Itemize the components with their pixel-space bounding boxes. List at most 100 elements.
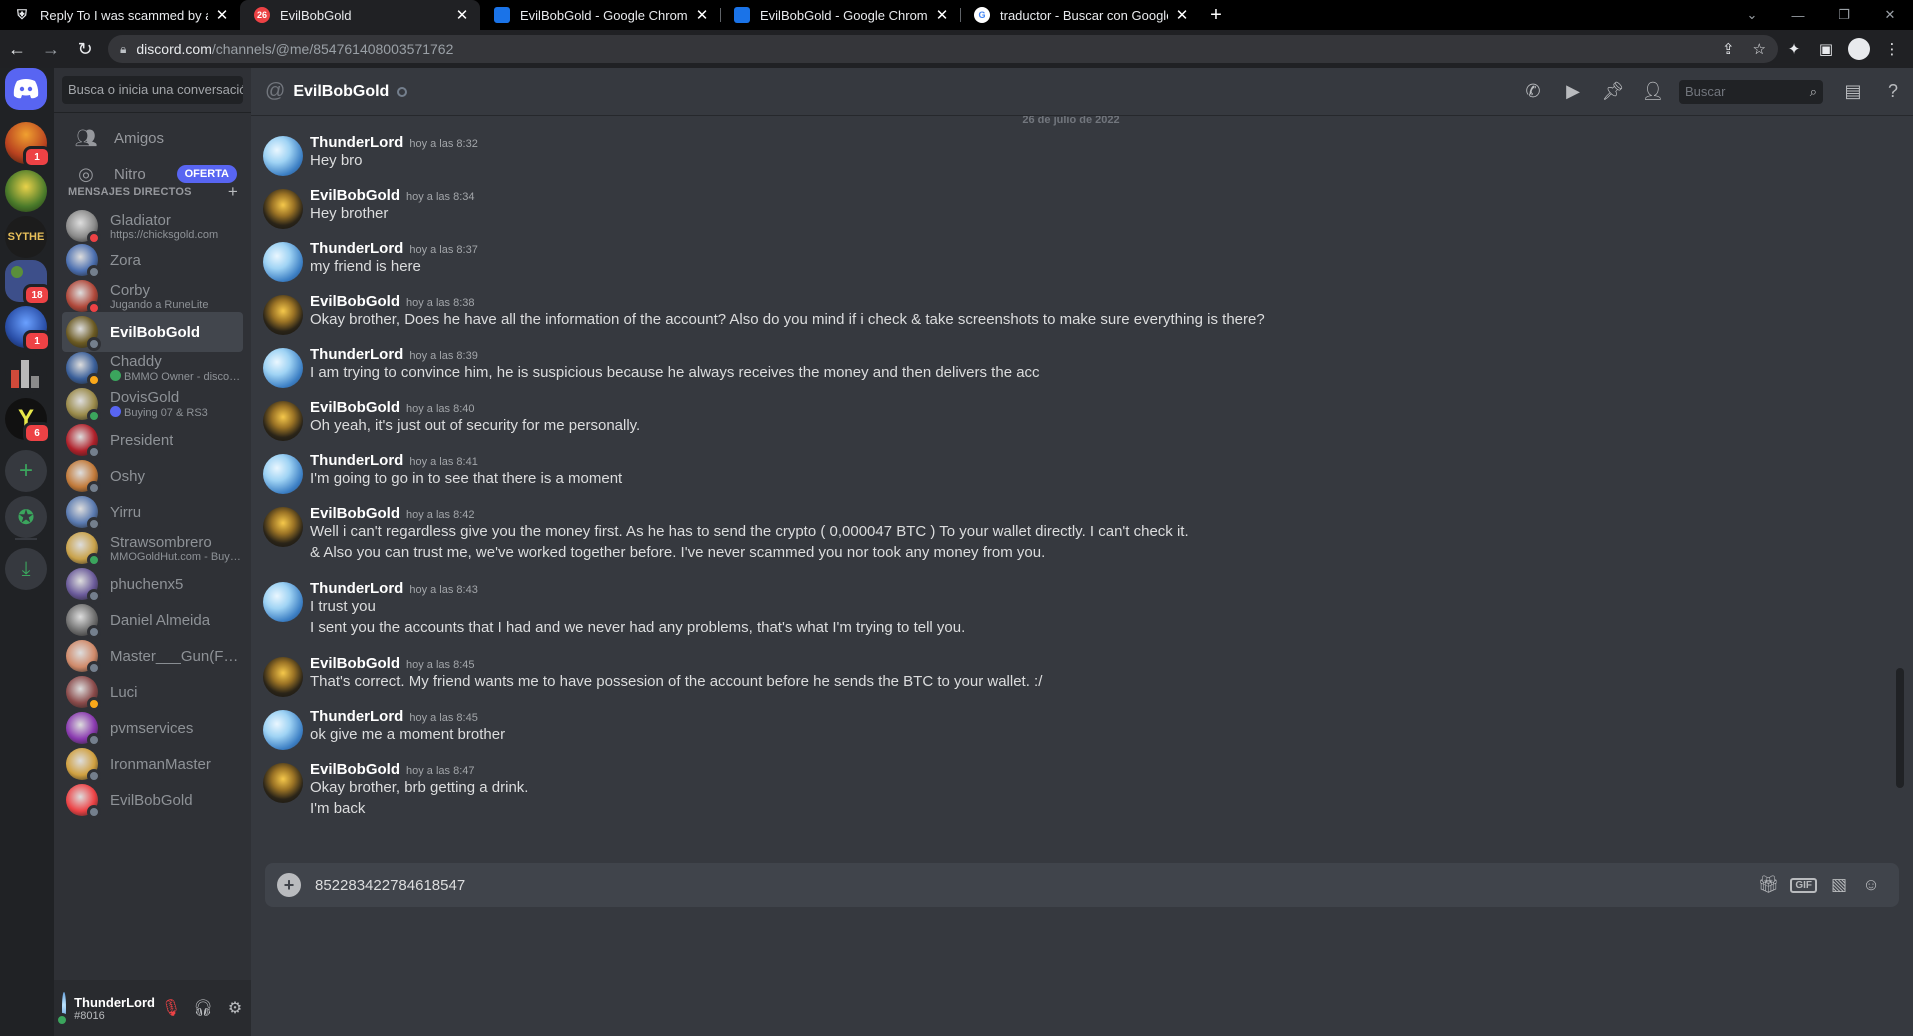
emoji-icon[interactable]: ☺	[1855, 875, 1887, 895]
user-avatar[interactable]	[55, 992, 70, 1027]
message-author[interactable]: EvilBobGold	[310, 505, 400, 522]
dm-item[interactable]: President	[62, 420, 243, 460]
download-apps-icon[interactable]: ⤓	[5, 548, 47, 590]
dm-item[interactable]: EvilBobGold	[62, 780, 243, 820]
browser-tab[interactable]: G traductor - Buscar con Google ✕	[960, 0, 1200, 30]
new-tab-button[interactable]: +	[1200, 4, 1232, 27]
dm-item[interactable]: StrawsombreroMMOGoldHut.com - Buying/S..…	[62, 528, 243, 568]
add-server-button[interactable]: +	[5, 450, 47, 492]
message-avatar[interactable]	[263, 295, 303, 335]
close-tab-icon[interactable]: ✕	[214, 6, 230, 24]
browser-tab[interactable]: EvilBobGold - Google Chrome ✕	[720, 0, 960, 30]
server-icon[interactable]: 1	[5, 122, 51, 168]
reload-icon[interactable]: ↻	[68, 39, 102, 60]
add-friend-to-dm-icon[interactable]: 👤︎	[1633, 81, 1673, 102]
message-author[interactable]: ThunderLord	[310, 708, 403, 725]
extensions-icon[interactable]: ✦	[1778, 40, 1810, 58]
message-author[interactable]: EvilBobGold	[310, 399, 400, 416]
close-tab-icon[interactable]: ✕	[694, 6, 710, 24]
mute-microphone-icon[interactable]: 🎙︎	[155, 998, 187, 1018]
dm-item[interactable]: pvmservices	[62, 708, 243, 748]
dm-item[interactable]: Oshy	[62, 456, 243, 496]
lock-icon[interactable]: 🔒︎	[120, 42, 126, 57]
minimize-icon[interactable]: —	[1775, 8, 1821, 23]
gift-icon[interactable]: 🎁︎	[1752, 875, 1784, 895]
back-icon[interactable]: ←	[0, 39, 34, 60]
close-window-icon[interactable]: ✕	[1867, 7, 1913, 23]
message-author[interactable]: EvilBobGold	[310, 761, 400, 778]
server-icon[interactable]: Y 6	[5, 398, 51, 444]
message-avatar[interactable]	[263, 242, 303, 282]
message-avatar[interactable]	[263, 454, 303, 494]
close-tab-icon[interactable]: ✕	[934, 6, 950, 24]
message-avatar[interactable]	[263, 710, 303, 750]
dm-item[interactable]: IronmanMaster	[62, 744, 243, 784]
forward-icon[interactable]: →	[34, 39, 68, 60]
message-author[interactable]: EvilBobGold	[310, 187, 400, 204]
chat-search-input[interactable]: Buscar ⌕	[1679, 79, 1823, 104]
create-dm-icon[interactable]: +	[228, 183, 238, 200]
attach-plus-icon[interactable]: +	[277, 873, 301, 897]
close-tab-icon[interactable]: ✕	[454, 6, 470, 24]
restore-icon[interactable]: ❐	[1821, 7, 1867, 23]
pinned-messages-icon[interactable]: 📌︎	[1593, 81, 1633, 102]
message-avatar[interactable]	[263, 348, 303, 388]
dm-item[interactable]: EvilBobGold	[62, 312, 243, 352]
chrome-menu-icon[interactable]: ⋮	[1876, 40, 1908, 58]
video-call-icon[interactable]: ▶	[1553, 81, 1593, 102]
message-author[interactable]: ThunderLord	[310, 452, 403, 469]
server-icon[interactable]	[5, 352, 47, 394]
dm-item[interactable]: Luci	[62, 672, 243, 712]
gif-button[interactable]: GIF	[1790, 877, 1817, 893]
headphones-icon[interactable]: 🎧︎	[187, 998, 219, 1018]
side-panel-icon[interactable]: ▣	[1810, 40, 1842, 58]
sticker-icon[interactable]: ▧	[1823, 875, 1855, 895]
inbox-icon[interactable]: ▤	[1833, 81, 1873, 102]
message-avatar[interactable]	[263, 507, 303, 547]
settings-gear-icon[interactable]: ⚙	[219, 998, 251, 1018]
help-icon[interactable]: ?	[1873, 81, 1913, 102]
dm-item[interactable]: ChaddyBMMO Owner - discord.gg...	[62, 348, 243, 388]
profile-avatar-icon[interactable]	[1848, 38, 1870, 60]
address-bar[interactable]: 🔒︎ discord.com /channels/@me/85476140800…	[108, 35, 1778, 63]
voice-call-icon[interactable]: ✆	[1513, 81, 1553, 102]
server-icon[interactable]: SYTHE	[5, 216, 47, 258]
dm-item[interactable]: Daniel Almeida	[62, 600, 243, 640]
message-author[interactable]: ThunderLord	[310, 240, 403, 257]
tab-search-icon[interactable]: ⌄	[1729, 7, 1775, 23]
close-tab-icon[interactable]: ✕	[1174, 6, 1190, 24]
dm-item[interactable]: Corby Jugando a RuneLite	[62, 276, 243, 316]
server-folder[interactable]: 18	[5, 260, 51, 306]
message-avatar[interactable]	[263, 136, 303, 176]
message-avatar[interactable]	[263, 582, 303, 622]
dm-item[interactable]: Master___Gun(FML)	[62, 636, 243, 676]
message-author[interactable]: EvilBobGold	[310, 293, 400, 310]
dm-item[interactable]: phuchenx5	[62, 564, 243, 604]
scrollbar-thumb[interactable]	[1896, 668, 1904, 788]
dm-item[interactable]: DovisGold Buying 07 & RS3	[62, 384, 243, 424]
message-avatar[interactable]	[263, 401, 303, 441]
dm-name: EvilBobGold	[110, 791, 193, 809]
browser-tab-active[interactable]: 26 EvilBobGold ✕	[240, 0, 480, 30]
server-icon[interactable]: 1	[5, 306, 51, 352]
discord-home-button[interactable]	[5, 68, 47, 110]
dm-item[interactable]: Yirru	[62, 492, 243, 532]
message-author[interactable]: ThunderLord	[310, 134, 403, 151]
message-author[interactable]: ThunderLord	[310, 346, 403, 363]
dm-item[interactable]: Zora	[62, 240, 243, 280]
share-icon[interactable]: ⇪	[1722, 40, 1735, 58]
nav-friends[interactable]: 👥︎ Amigos	[62, 120, 243, 156]
message-composer[interactable]: + 852283422784618547 🎁︎ GIF ▧ ☺	[265, 863, 1899, 907]
dm-search-input[interactable]: Busca o inicia una conversación	[62, 76, 243, 104]
browser-tab[interactable]: ⛨ Reply To I was scammed by a bg ✕	[0, 0, 240, 30]
explore-servers-compass-icon[interactable]: ✪	[5, 496, 47, 538]
bookmark-star-icon[interactable]: ☆	[1753, 40, 1766, 58]
message-input[interactable]: 852283422784618547	[315, 877, 1752, 894]
message-avatar[interactable]	[263, 763, 303, 803]
message-author[interactable]: ThunderLord	[310, 580, 403, 597]
message-avatar[interactable]	[263, 189, 303, 229]
server-icon[interactable]	[5, 170, 47, 212]
message-avatar[interactable]	[263, 657, 303, 697]
browser-tab[interactable]: EvilBobGold - Google Chrome ✕	[480, 0, 720, 30]
message-author[interactable]: EvilBobGold	[310, 655, 400, 672]
